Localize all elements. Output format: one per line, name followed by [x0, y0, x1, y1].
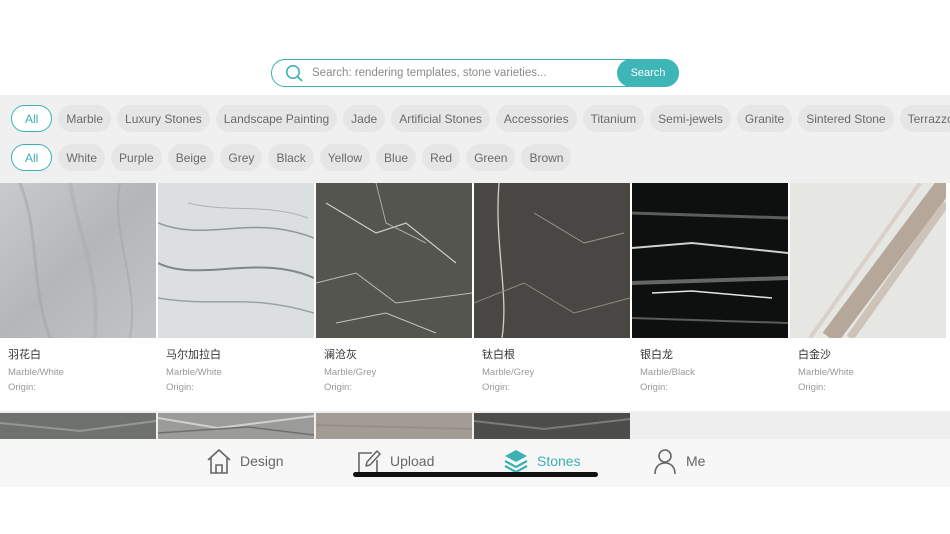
- tab-stones-label: Stones: [537, 453, 581, 469]
- search-button[interactable]: Search: [617, 59, 679, 87]
- stone-card[interactable]: 白金沙 Marble/White Origin:: [790, 183, 946, 411]
- stone-category: Marble/White: [798, 367, 854, 378]
- category-chip-marble[interactable]: Marble: [58, 105, 112, 132]
- stone-thumbnail[interactable]: [316, 413, 472, 439]
- stone-name: 羽花白: [8, 348, 41, 361]
- color-chip-blue[interactable]: Blue: [376, 144, 417, 171]
- tab-design[interactable]: Design: [206, 447, 284, 475]
- category-chip-artificial-stones[interactable]: Artificial Stones: [391, 105, 490, 132]
- color-chip-red[interactable]: Red: [422, 144, 461, 171]
- filter-panel: All Marble Luxury Stones Landscape Paint…: [0, 95, 950, 183]
- stone-thumbnail[interactable]: [158, 413, 314, 439]
- bottom-tab-bar: Design Upload Stones Me: [0, 439, 950, 487]
- tab-me[interactable]: Me: [652, 447, 705, 475]
- stone-thumbnail: [0, 183, 156, 338]
- stone-category: Marble/Grey: [324, 367, 377, 378]
- color-chip-white[interactable]: White: [58, 144, 106, 171]
- stone-grid-row-2: [0, 413, 950, 439]
- user-icon: [654, 449, 676, 475]
- tab-stones[interactable]: Stones: [503, 447, 581, 475]
- color-chip-purple[interactable]: Purple: [111, 144, 162, 171]
- stone-category: Marble/White: [8, 367, 64, 378]
- tab-design-label: Design: [240, 453, 284, 469]
- stone-origin: Origin:: [640, 382, 668, 393]
- stone-card[interactable]: 钛白根 Marble/Grey Origin:: [474, 183, 630, 411]
- category-chip-granite[interactable]: Granite: [736, 105, 793, 132]
- search-icon: [286, 65, 303, 82]
- search-bar: Search: [271, 59, 679, 87]
- home-indicator: [353, 472, 598, 477]
- color-filter-row: All White Purple Beige Grey Black Yellow…: [11, 144, 572, 171]
- stone-thumbnail[interactable]: [474, 413, 630, 439]
- stone-origin: Origin:: [8, 382, 36, 393]
- tab-upload[interactable]: Upload: [356, 447, 434, 475]
- stone-name: 钛白根: [482, 348, 515, 361]
- stone-category: Marble/Grey: [482, 367, 535, 378]
- stone-origin: Origin:: [798, 382, 826, 393]
- search-input[interactable]: [312, 60, 612, 86]
- stone-card[interactable]: 羽花白 Marble/White Origin:: [0, 183, 156, 411]
- category-chip-semi-jewels[interactable]: Semi-jewels: [650, 105, 731, 132]
- stone-card[interactable]: 马尔加拉白 Marble/White Origin:: [158, 183, 314, 411]
- tab-me-label: Me: [686, 453, 706, 469]
- color-chip-all[interactable]: All: [11, 144, 53, 171]
- category-chip-luxury-stones[interactable]: Luxury Stones: [117, 105, 210, 132]
- layers-icon: [504, 450, 528, 474]
- stone-origin: Origin:: [166, 382, 194, 393]
- category-chip-accessories[interactable]: Accessories: [495, 105, 577, 132]
- stone-card[interactable]: 澜沧灰 Marble/Grey Origin:: [316, 183, 472, 411]
- category-chip-sintered-stone[interactable]: Sintered Stone: [798, 105, 894, 132]
- category-chip-titanium[interactable]: Titanium: [582, 105, 645, 132]
- stone-name: 马尔加拉白: [166, 348, 221, 361]
- color-chip-green[interactable]: Green: [466, 144, 516, 171]
- color-chip-black[interactable]: Black: [268, 144, 314, 171]
- color-chip-yellow[interactable]: Yellow: [319, 144, 371, 171]
- stone-name: 银白龙: [640, 348, 673, 361]
- stone-origin: Origin:: [324, 382, 352, 393]
- stone-origin: Origin:: [482, 382, 510, 393]
- stone-card[interactable]: 银白龙 Marble/Black Origin:: [632, 183, 788, 411]
- category-chip-jade[interactable]: Jade: [343, 105, 386, 132]
- tab-upload-label: Upload: [390, 453, 435, 469]
- stone-thumbnail: [474, 183, 630, 338]
- category-chip-all[interactable]: All: [11, 105, 53, 132]
- stone-thumbnail: [316, 183, 472, 338]
- home-icon: [207, 449, 231, 474]
- category-chip-terrazzo[interactable]: Terrazzo: [899, 105, 950, 132]
- stone-thumbnail[interactable]: [0, 413, 156, 439]
- color-chip-grey[interactable]: Grey: [220, 144, 263, 171]
- stone-category: Marble/Black: [640, 367, 695, 378]
- stone-category: Marble/White: [166, 367, 222, 378]
- stone-name: 白金沙: [798, 348, 831, 361]
- color-chip-brown[interactable]: Brown: [521, 144, 572, 171]
- category-chip-landscape-painting[interactable]: Landscape Painting: [215, 105, 338, 132]
- color-chip-beige[interactable]: Beige: [167, 144, 215, 171]
- stone-grid: 羽花白 Marble/White Origin: 马尔加拉白 Marble/Wh…: [0, 183, 950, 411]
- stone-thumbnail: [632, 183, 788, 338]
- stone-thumbnail: [158, 183, 314, 338]
- category-filter-row: All Marble Luxury Stones Landscape Paint…: [11, 105, 950, 132]
- edit-icon: [358, 450, 381, 474]
- stone-thumbnail: [790, 183, 946, 338]
- stone-name: 澜沧灰: [324, 348, 357, 361]
